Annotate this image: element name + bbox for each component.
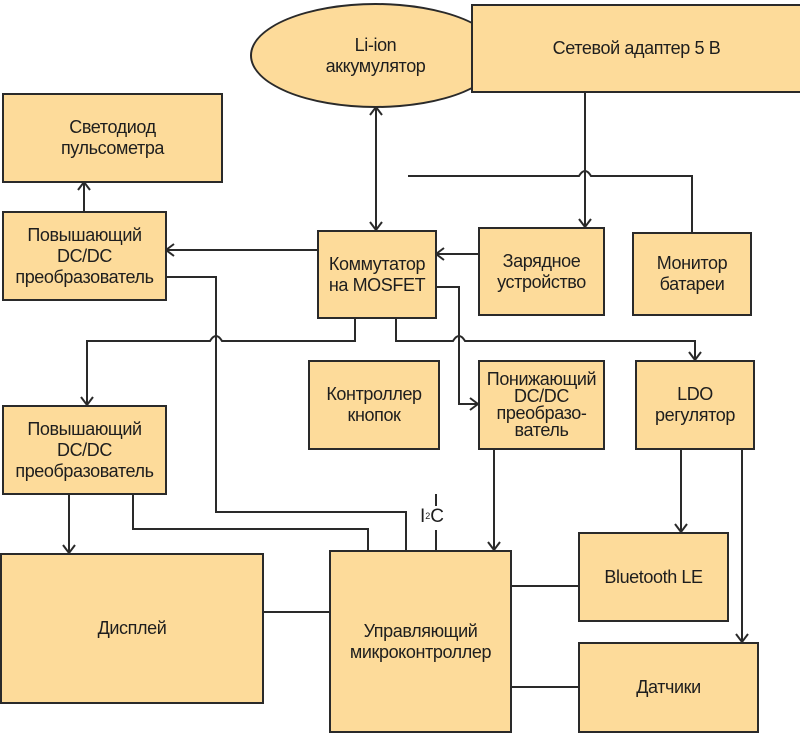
sensors-block: Датчики (578, 642, 759, 733)
buttons-block: Контроллер кнопок (308, 360, 440, 450)
line-boost-bottom-mcu (132, 494, 369, 550)
mcu-label: Управляющий микроконтроллер (349, 620, 492, 662)
boost-top-block: Повышающий DC/DC преобразователь (2, 211, 167, 301)
battery-block: Li-ion аккумулятор (250, 3, 501, 108)
monitor-label: Монитор батареи (656, 253, 728, 294)
boost-bottom-block: Повышающий DC/DC преобразователь (2, 405, 167, 495)
boost-top-label: Повышающий DC/DC преобразователь (15, 224, 154, 287)
line-bus-monitor (408, 170, 693, 232)
switch-label: Коммутатор на MOSFET (328, 253, 426, 295)
boost-bottom-label: Повышающий DC/DC преобразователь (15, 418, 154, 481)
ldo-block: LDO регулятор (635, 360, 755, 450)
mcu-block: Управляющий микроконтроллер (329, 550, 512, 733)
line-switch-buck (436, 286, 478, 405)
buck-label: Понижающий DC/DC преобразо- ватель (486, 369, 597, 440)
ldo-label: LDO регулятор (655, 384, 735, 425)
charger-label: Зарядное устройство (497, 250, 586, 292)
buck-block: Понижающий DC/DC преобразо- ватель (478, 360, 605, 450)
bluetooth-block: Bluetooth LE (578, 532, 729, 622)
switch-block: Коммутатор на MOSFET (317, 230, 437, 319)
adapter-label: Сетевой адаптер 5 В (552, 38, 721, 58)
adapter-block: Сетевой адаптер 5 В (471, 4, 800, 93)
led-block: Светодиод пульсометра (2, 93, 223, 183)
buttons-label: Контроллер кнопок (326, 384, 422, 425)
i2c-bus-label: I2C (418, 506, 447, 528)
charger-block: Зарядное устройство (478, 227, 605, 316)
led-label: Светодиод пульсометра (60, 117, 165, 158)
display-label: Дисплей (97, 618, 167, 638)
bluetooth-label: Bluetooth LE (604, 566, 703, 587)
sensors-label: Датчики (636, 677, 701, 697)
monitor-block: Монитор батареи (632, 232, 752, 316)
battery-label: Li-ion аккумулятор (325, 34, 426, 76)
line-switch-ldo (395, 318, 696, 360)
display-block: Дисплей (0, 553, 264, 704)
